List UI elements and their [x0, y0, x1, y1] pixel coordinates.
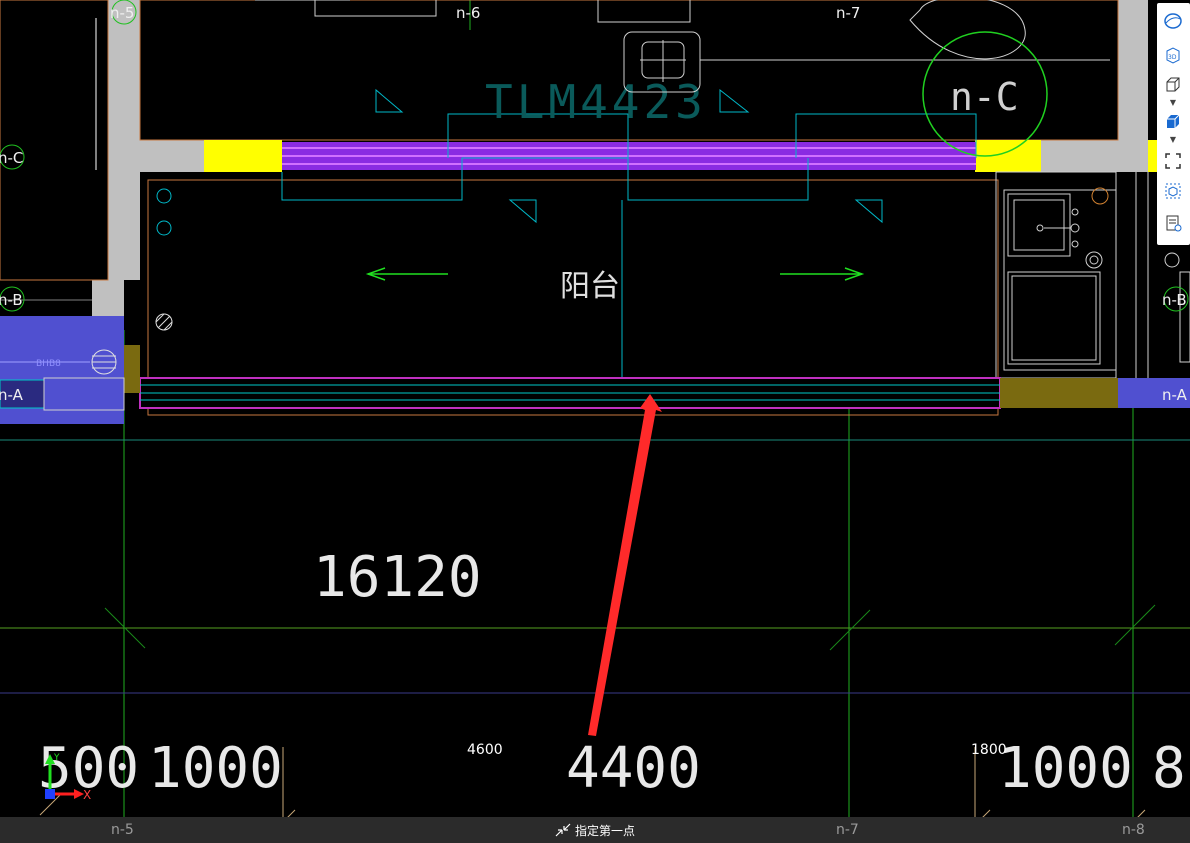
dim-5: 8 — [1152, 736, 1186, 801]
svg-text:3D: 3D — [1168, 54, 1177, 61]
cube-view-icon[interactable] — [1160, 73, 1186, 97]
small-dim-2: 1800 — [971, 742, 1007, 758]
chevron-down-icon[interactable]: ▼ — [1160, 98, 1186, 108]
component-view-icon[interactable] — [1160, 179, 1186, 203]
axis-label-left-1: n-C — [0, 149, 23, 167]
axis-label-top-3: n-7 — [836, 4, 860, 22]
small-tag: BHB8 — [36, 359, 61, 369]
fullscreen-icon[interactable] — [1160, 149, 1186, 173]
window-tag: TLM4423 — [485, 75, 707, 129]
dim-2: 1000 — [148, 736, 283, 801]
dim-4: 1000 — [998, 736, 1133, 801]
small-dim-1: 4600 — [467, 742, 503, 758]
axis-label-top-2: n-6 — [456, 4, 480, 22]
status-bar: n-5 n-7 n-8 指定第一点 — [0, 817, 1190, 843]
axis-label-top-1: n-5 — [110, 4, 134, 22]
view-toolbar: 3D ▼ ▼ — [1157, 3, 1190, 245]
axis-label-left-2: n-B — [0, 291, 23, 309]
ucs-x-label: X — [83, 788, 91, 802]
room-label: 阳台 — [560, 269, 620, 304]
axis-label-right-2: n-A — [1162, 386, 1188, 404]
solid-cube-icon[interactable] — [1160, 110, 1186, 134]
command-prompt: 指定第一点 — [555, 821, 635, 839]
window-outline — [156, 88, 977, 378]
axis-label-left-3: n-A — [0, 386, 24, 404]
balcony-railing[interactable] — [124, 345, 1190, 409]
document-view-icon[interactable] — [1160, 211, 1186, 235]
ucs-icon: X Y — [45, 753, 91, 802]
window-purple[interactable] — [282, 142, 976, 170]
total-dimension: 16120 — [313, 545, 482, 610]
axis-label-right-1: n-B — [1162, 291, 1187, 309]
ucs-y-label: Y — [53, 753, 60, 763]
status-axis-label-2: n-7 — [836, 822, 859, 838]
walls — [0, 0, 1148, 416]
status-axis-label-3: n-8 — [1122, 822, 1145, 838]
left-blue-wall: BHB8 — [0, 18, 125, 424]
grid-bubble-label: n-C — [950, 75, 1019, 119]
collapse-arrows-icon — [555, 823, 571, 837]
annotation-arrow — [588, 394, 662, 736]
axis-labels: n-5 n-6 n-7 n-C n-B n-A n-B n-A — [0, 0, 1189, 404]
command-prompt-text: 指定第一点 — [575, 823, 636, 838]
drain-icon — [155, 313, 173, 331]
dim-3: 4400 — [566, 736, 701, 801]
3d-view-icon[interactable]: 3D — [1160, 43, 1186, 67]
status-axis-label-1: n-5 — [111, 822, 134, 838]
chevron-down-icon-2[interactable]: ▼ — [1160, 135, 1186, 145]
cad-drawing-canvas[interactable]: TLM4423 n-C 阳台 BHB8 n-5 n-6 n-7 n-C n-B … — [0, 0, 1190, 843]
sphere-view-icon[interactable] — [1160, 9, 1186, 33]
